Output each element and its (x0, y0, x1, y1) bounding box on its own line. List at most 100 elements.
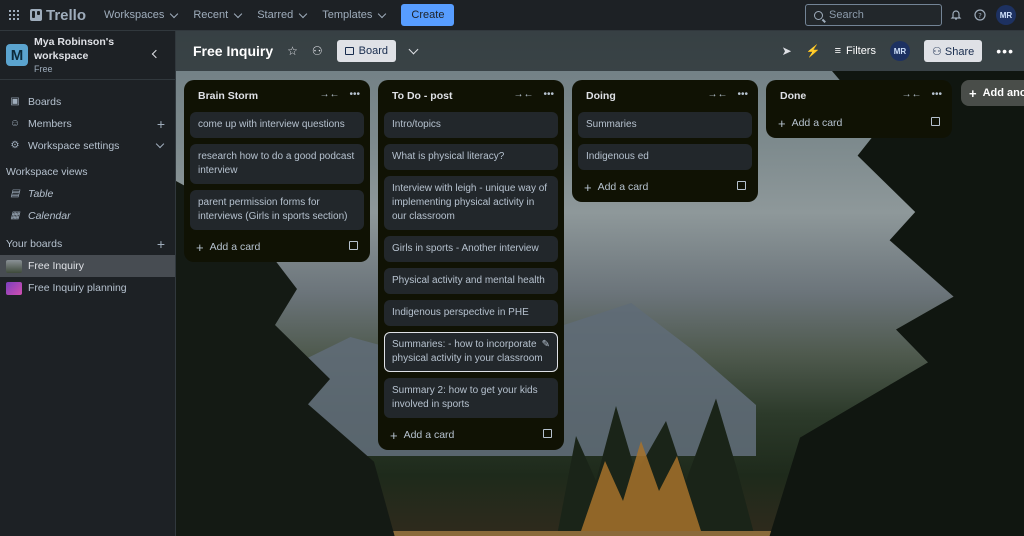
list-title[interactable]: To Do - post (392, 90, 452, 102)
sidebar-item-label: Boards (28, 96, 62, 108)
templates-menu[interactable]: Templates (314, 3, 393, 27)
add-board-icon[interactable]: + (157, 236, 165, 252)
card[interactable]: Summaries (578, 112, 752, 138)
card-template-icon[interactable] (543, 429, 552, 438)
add-member-icon[interactable]: + (157, 116, 165, 132)
board-view-button[interactable]: Board (336, 40, 397, 62)
your-boards-heading: Your boards + (0, 233, 175, 255)
card-focused[interactable]: Summaries: - how to incorporate physical… (384, 332, 558, 372)
sidebar-item-calendar[interactable]: ▦ Calendar (0, 205, 175, 227)
list-to-do-post: To Do - post →← ••• Intro/topics What is … (378, 80, 564, 450)
card[interactable]: Intro/topics (384, 112, 558, 138)
filters-button[interactable]: ≡ Filters (835, 45, 876, 57)
gear-icon: ⚙ (10, 140, 20, 151)
add-card-button[interactable]: + Add a card (578, 176, 752, 198)
sidebar-board-free-inquiry[interactable]: Free Inquiry (0, 255, 175, 277)
card[interactable]: Physical activity and mental health (384, 268, 558, 294)
sidebar-item-members[interactable]: ☺ Members + (0, 113, 175, 135)
collapse-list-icon[interactable]: →← (707, 89, 727, 100)
add-card-button[interactable]: + Add a card (384, 424, 558, 446)
trello-logo-icon (30, 9, 42, 21)
recent-menu[interactable]: Recent (185, 3, 249, 27)
list-title[interactable]: Done (780, 90, 806, 102)
help-icon[interactable]: ? (971, 6, 989, 24)
card[interactable]: parent permission forms for interviews (… (190, 190, 364, 230)
star-icon[interactable]: ☆ (287, 44, 298, 58)
sidebar-item-table[interactable]: ▤ Table (0, 183, 175, 205)
plus-icon: + (969, 85, 977, 101)
workspace-plan: Free (34, 64, 53, 74)
list-menu-icon[interactable]: ••• (543, 89, 554, 100)
card[interactable]: Interview with leigh - unique way of imp… (384, 176, 558, 230)
list-menu-icon[interactable]: ••• (931, 89, 942, 100)
list-header[interactable]: Done →← ••• (772, 86, 946, 106)
trello-logo[interactable]: Trello (30, 7, 86, 24)
card[interactable]: Summary 2: how to get your kids involved… (384, 378, 558, 418)
edit-pencil-icon[interactable]: ✎ (542, 338, 550, 352)
plus-icon: + (196, 239, 204, 255)
card-text: Summaries: - how to incorporate physical… (392, 339, 543, 364)
card[interactable]: What is physical literacy? (384, 144, 558, 170)
search-input[interactable] (829, 9, 929, 21)
automation-icon[interactable]: ⚡ (806, 44, 821, 58)
collapse-list-icon[interactable]: →← (319, 89, 339, 100)
sidebar-item-label: Calendar (28, 210, 71, 222)
board-title[interactable]: Free Inquiry (193, 43, 273, 59)
app-switcher-icon[interactable] (0, 0, 28, 31)
workspace-avatar: M (6, 44, 28, 66)
card[interactable]: Girls in sports - Another interview (384, 236, 558, 262)
more-options-icon[interactable]: ••• (996, 43, 1014, 59)
card-template-icon[interactable] (737, 181, 746, 190)
sidebar-item-label: Workspace settings (28, 140, 120, 152)
section-label: Workspace views (6, 166, 88, 178)
list-header[interactable]: To Do - post →← ••• (384, 86, 558, 106)
board-canvas: Free Inquiry ☆ ⚇ Board ➤ ⚡ ≡ Filters MR … (176, 31, 1024, 536)
visibility-icon[interactable]: ⚇ (312, 44, 323, 58)
board-member-avatar[interactable]: MR (889, 41, 910, 61)
add-list-button[interactable]: + Add another list (961, 80, 1024, 106)
card[interactable]: come up with interview questions (190, 112, 364, 138)
list-header[interactable]: Brain Storm →← ••• (190, 86, 364, 106)
menu-label: Templates (322, 9, 373, 21)
chevron-down-icon[interactable] (408, 44, 419, 54)
workspace-sidebar: M Mya Robinson's workspace Free ▣ Boards… (0, 31, 176, 536)
power-ups-icon[interactable]: ➤ (782, 44, 792, 58)
notifications-icon[interactable] (947, 6, 965, 24)
card[interactable]: Indigenous perspective in PHE (384, 300, 558, 326)
chevron-down-icon (378, 9, 387, 18)
list-done: Done →← ••• + Add a card (766, 80, 952, 138)
search-box[interactable] (805, 4, 942, 26)
menu-label: Recent (193, 9, 229, 21)
list-brain-storm: Brain Storm →← ••• come up with interview… (184, 80, 370, 262)
members-icon: ☺ (9, 118, 21, 129)
plus-icon: + (390, 427, 398, 443)
collapse-sidebar-icon[interactable] (151, 49, 161, 59)
starred-menu[interactable]: Starred (249, 3, 314, 27)
workspace-header: M Mya Robinson's workspace Free (0, 31, 175, 80)
collapse-list-icon[interactable]: →← (513, 89, 533, 100)
workspace-name: Mya Robinson's workspace (34, 36, 115, 62)
card[interactable]: research how to do a good podcast interv… (190, 144, 364, 184)
create-button[interactable]: Create (401, 4, 455, 26)
section-label: Your boards (6, 238, 63, 250)
list-menu-icon[interactable]: ••• (737, 89, 748, 100)
sidebar-item-workspace-settings[interactable]: ⚙ Workspace settings (0, 135, 175, 157)
collapse-list-icon[interactable]: →← (901, 89, 921, 100)
add-card-button[interactable]: + Add a card (772, 112, 946, 134)
list-header[interactable]: Doing →← ••• (578, 86, 752, 106)
share-button[interactable]: ⚇ Share (923, 40, 983, 62)
chevron-down-icon (233, 9, 243, 18)
card-template-icon[interactable] (349, 241, 358, 250)
add-card-button[interactable]: + Add a card (190, 236, 364, 258)
sidebar-board-free-inquiry-planning[interactable]: Free Inquiry planning (0, 277, 175, 299)
sidebar-item-boards[interactable]: ▣ Boards (0, 91, 175, 113)
list-title[interactable]: Brain Storm (198, 90, 258, 102)
boards-icon: ▣ (10, 96, 20, 107)
list-title[interactable]: Doing (586, 90, 616, 102)
list-menu-icon[interactable]: ••• (349, 89, 360, 100)
user-avatar[interactable]: MR (996, 5, 1016, 25)
card-template-icon[interactable] (931, 117, 940, 126)
sidebar-item-label: Table (28, 188, 54, 200)
card[interactable]: Indigenous ed (578, 144, 752, 170)
workspaces-menu[interactable]: Workspaces (96, 3, 185, 27)
